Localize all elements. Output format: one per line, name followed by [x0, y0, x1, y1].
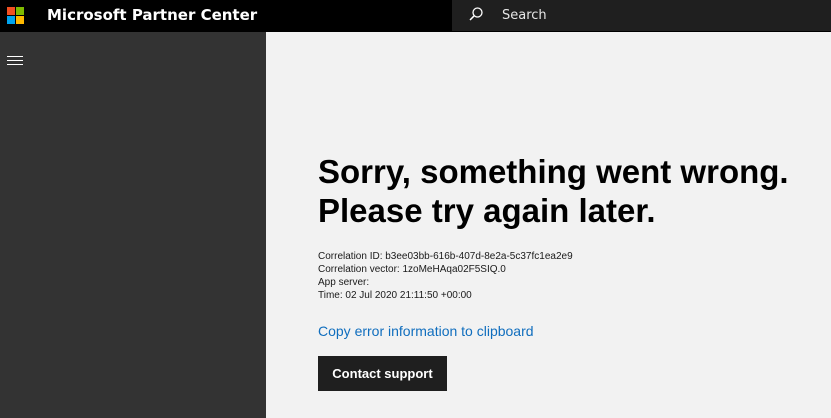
error-time: Time: 02 Jul 2020 21:11:50 +00:00	[318, 290, 472, 301]
contact-support-button[interactable]: Contact support	[318, 356, 447, 391]
app-server: App server:	[318, 277, 370, 288]
error-heading-line-2: Please try again later.	[318, 192, 656, 229]
search-icon	[469, 7, 483, 21]
correlation-id: Correlation ID: b3ee03bb-616b-407d-8e2a-…	[318, 251, 573, 262]
error-details: Correlation ID: b3ee03bb-616b-407d-8e2a-…	[318, 250, 573, 302]
error-heading-line-1: Sorry, something went wrong.	[318, 153, 789, 190]
error-heading: Sorry, something went wrong. Please try …	[318, 152, 818, 230]
search-input[interactable]: Search	[502, 7, 547, 25]
microsoft-logo-icon[interactable]	[7, 7, 24, 24]
top-bar: Microsoft Partner Center Search	[0, 0, 831, 32]
menu-line	[7, 64, 23, 65]
menu-line	[7, 60, 23, 61]
error-content: Sorry, something went wrong. Please try …	[266, 38, 831, 418]
logo-red-square	[7, 7, 15, 15]
logo-blue-square	[7, 16, 15, 24]
search-box[interactable]: Search	[452, 0, 831, 31]
hamburger-menu-icon[interactable]	[6, 54, 24, 68]
copy-error-info-link[interactable]: Copy error information to clipboard	[318, 322, 534, 340]
app-title[interactable]: Microsoft Partner Center	[47, 5, 257, 25]
correlation-vector: Correlation vector: 1zoMeHAqa02F5SIQ.0	[318, 264, 506, 275]
menu-line	[7, 56, 23, 57]
logo-yellow-square	[16, 16, 24, 24]
logo-green-square	[16, 7, 24, 15]
sidebar	[0, 32, 266, 418]
